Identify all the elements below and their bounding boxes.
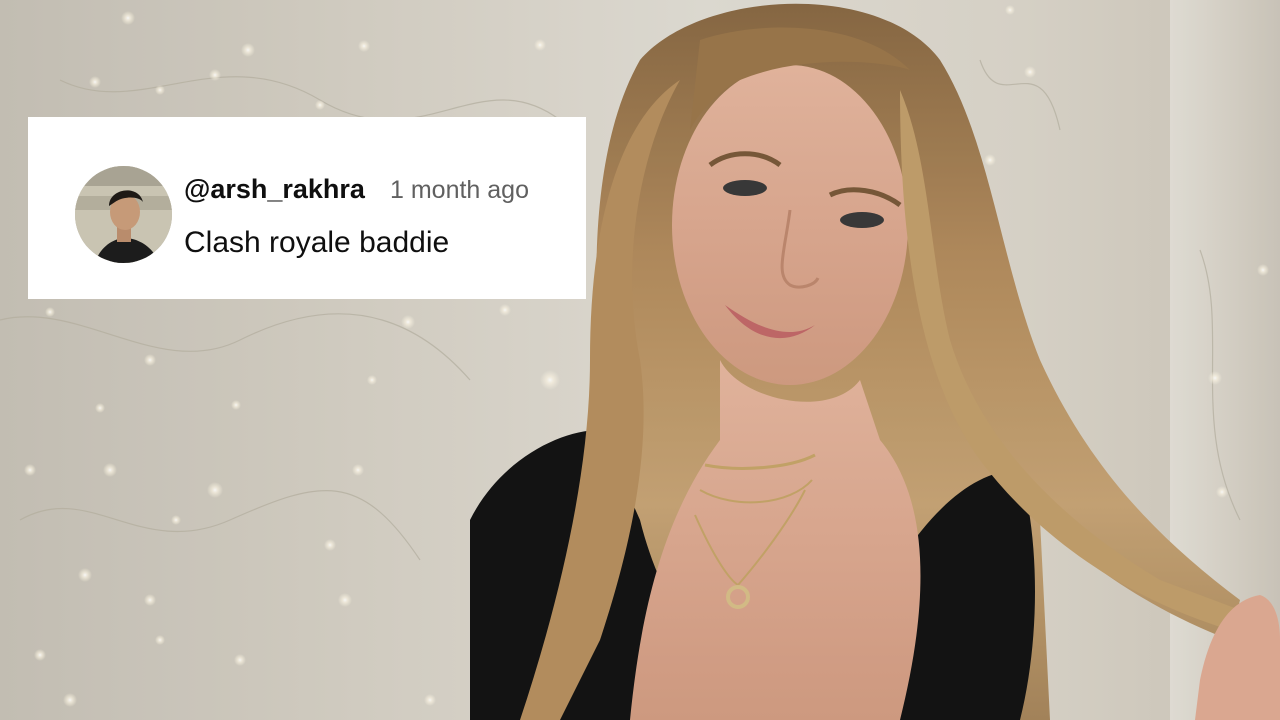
user-avatar-photo[interactable] [75, 166, 172, 263]
comment-timestamp[interactable]: 1 month ago [390, 176, 529, 205]
comment-card: @arsh_rakhra 1 month ago Clash royale ba… [28, 117, 586, 299]
background-photo [0, 0, 1280, 720]
comment-author-handle[interactable]: @arsh_rakhra [184, 174, 365, 205]
avatar-person-icon [75, 166, 172, 263]
video-thumbnail: @arsh_rakhra 1 month ago Clash royale ba… [0, 0, 1280, 720]
comment-text: Clash royale baddie [184, 226, 450, 259]
